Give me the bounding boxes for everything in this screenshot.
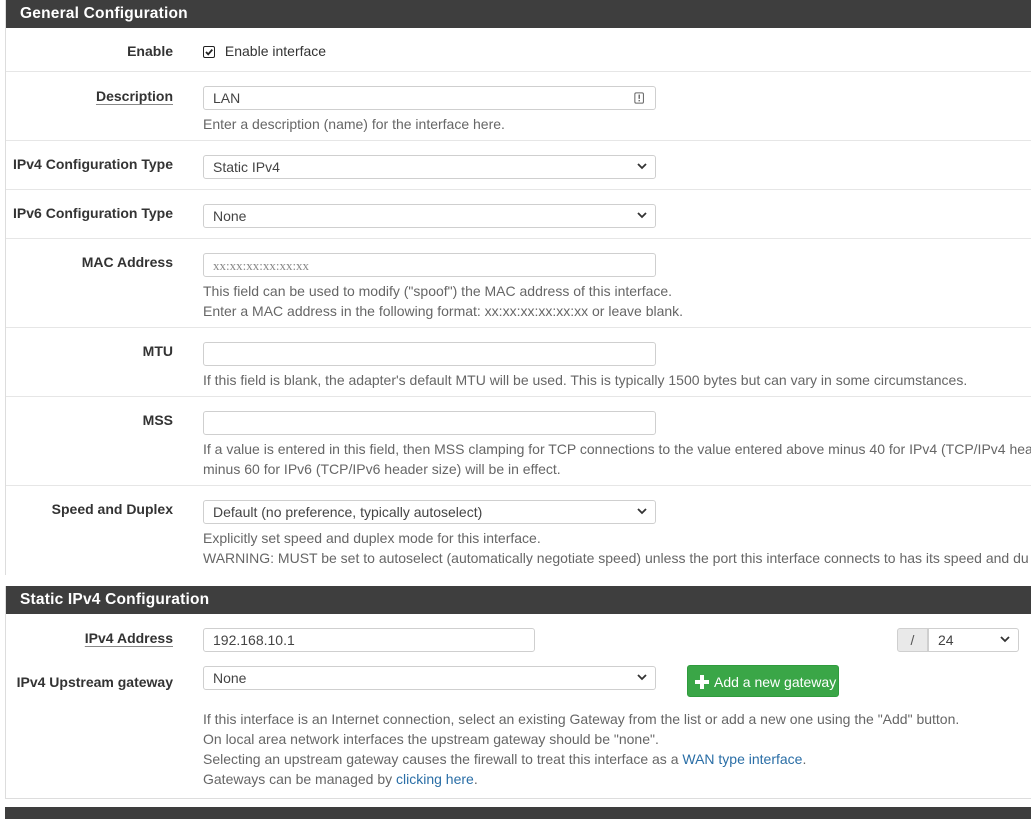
mss-label: MSS	[142, 412, 173, 428]
ipv6-type-row: IPv6 Configuration Type None	[6, 190, 1031, 239]
speed-duplex-row: Speed and Duplex Default (no preference,…	[6, 486, 1031, 574]
chevron-down-icon	[637, 212, 647, 219]
mac-address-input[interactable]: xx:xx:xx:xx:xx:xx	[203, 253, 656, 277]
check-icon	[205, 49, 213, 56]
cidr-slash: /	[897, 628, 928, 652]
chevron-down-icon	[637, 163, 647, 170]
add-gateway-label: Add a new gateway	[714, 674, 837, 690]
add-gateway-button[interactable]: Add a new gateway	[687, 665, 839, 697]
cidr-value: 24	[938, 632, 954, 648]
chevron-down-icon	[637, 508, 647, 515]
chevron-down-icon	[637, 674, 647, 681]
gateway-help-2: On local area network interfaces the ups…	[203, 731, 659, 747]
description-label: Description	[95, 88, 173, 104]
gateway-row: IPv4 Upstream gateway None Add a new gat…	[6, 657, 1031, 797]
gateway-value: None	[213, 670, 247, 686]
gateway-select[interactable]: None	[203, 666, 656, 690]
description-value: LAN	[213, 90, 241, 106]
panel-heading-static-ipv4: Static IPv4 Configuration	[6, 586, 1031, 614]
mac-placeholder: xx:xx:xx:xx:xx:xx	[213, 258, 310, 273]
speed-duplex-help-1: Explicitly set speed and duplex mode for…	[203, 530, 541, 546]
mac-help-2: Enter a MAC address in the following for…	[203, 303, 684, 319]
gateway-help-4: Gateways can be managed by clicking here…	[203, 769, 478, 789]
ipv4-type-label: IPv4 Configuration Type	[13, 156, 173, 172]
ipv4-type-row: IPv4 Configuration Type Static IPv4	[6, 141, 1031, 190]
gateway-help-1: If this interface is an Internet connect…	[203, 711, 960, 727]
enable-checkbox-label[interactable]: Enable interface	[225, 43, 326, 59]
mss-help-2: minus 60 for IPv6 (TCP/IPv6 header size)…	[203, 461, 561, 477]
mac-help-1: This field can be used to modify ("spoof…	[203, 283, 673, 299]
ipv4-address-label: IPv4 Address	[84, 630, 173, 646]
gateway-help-3-end: .	[802, 751, 807, 767]
speed-duplex-label: Speed and Duplex	[51, 501, 173, 517]
static-ipv4-panel: Static IPv4 Configuration IPv4 Address 1…	[5, 586, 1031, 799]
mtu-label: MTU	[142, 343, 173, 359]
mac-label: MAC Address	[81, 254, 173, 270]
plus-icon	[695, 675, 709, 689]
mtu-row: MTU If this field is blank, the adapter'…	[6, 328, 1031, 397]
mss-input[interactable]	[203, 411, 656, 435]
enable-row: Enable Enable interface	[6, 28, 1031, 72]
next-panel-heading	[5, 807, 1031, 819]
gateway-help-4-text: Gateways can be managed by	[203, 771, 397, 787]
info-icon	[634, 92, 644, 104]
ipv4-address-value: 192.168.10.1	[213, 632, 295, 648]
ipv4-address-row: IPv4 Address 192.168.10.1 / 24	[6, 614, 1031, 657]
ipv4-type-value: Static IPv4	[213, 159, 280, 175]
ipv6-type-label: IPv6 Configuration Type	[13, 205, 173, 221]
speed-duplex-select[interactable]: Default (no preference, typically autose…	[203, 500, 656, 524]
enable-checkbox-group[interactable]: Enable interface	[203, 43, 326, 59]
description-help: Enter a description (name) for the inter…	[203, 116, 505, 132]
description-row: Description LAN Enter a description (nam…	[6, 72, 1031, 141]
mtu-input[interactable]	[203, 342, 656, 366]
chevron-down-icon	[1000, 636, 1010, 643]
ipv6-type-select[interactable]: None	[203, 204, 656, 228]
speed-duplex-value: Default (no preference, typically autose…	[213, 504, 483, 520]
speed-duplex-help-2: WARNING: MUST be set to autoselect (auto…	[203, 550, 1029, 566]
enable-checkbox[interactable]	[203, 46, 215, 59]
gateway-help-3: Selecting an upstream gateway causes the…	[203, 749, 806, 769]
ipv4-type-select[interactable]: Static IPv4	[203, 155, 656, 179]
cidr-select[interactable]: 24	[928, 628, 1019, 652]
ipv6-type-value: None	[213, 208, 247, 224]
mac-row: MAC Address xx:xx:xx:xx:xx:xx This field…	[6, 239, 1031, 328]
gateway-help-3-text: Selecting an upstream gateway causes the…	[203, 751, 683, 767]
general-configuration-panel: General Configuration Enable Enable inte…	[5, 0, 1031, 575]
panel-heading-general: General Configuration	[6, 0, 1031, 28]
mss-help-1: If a value is entered in this field, the…	[203, 441, 1031, 457]
enable-label: Enable	[127, 43, 173, 59]
wan-type-interface-link[interactable]: WAN type interface	[682, 751, 802, 767]
mtu-help: If this field is blank, the adapter's de…	[203, 372, 968, 388]
gateway-label: IPv4 Upstream gateway	[16, 674, 173, 690]
mss-row: MSS If a value is entered in this field,…	[6, 397, 1031, 486]
description-input[interactable]: LAN	[203, 86, 656, 110]
ipv4-address-input[interactable]: 192.168.10.1	[203, 628, 535, 652]
gateway-help-4-end: .	[473, 771, 478, 787]
clicking-here-link[interactable]: clicking here	[396, 771, 474, 787]
